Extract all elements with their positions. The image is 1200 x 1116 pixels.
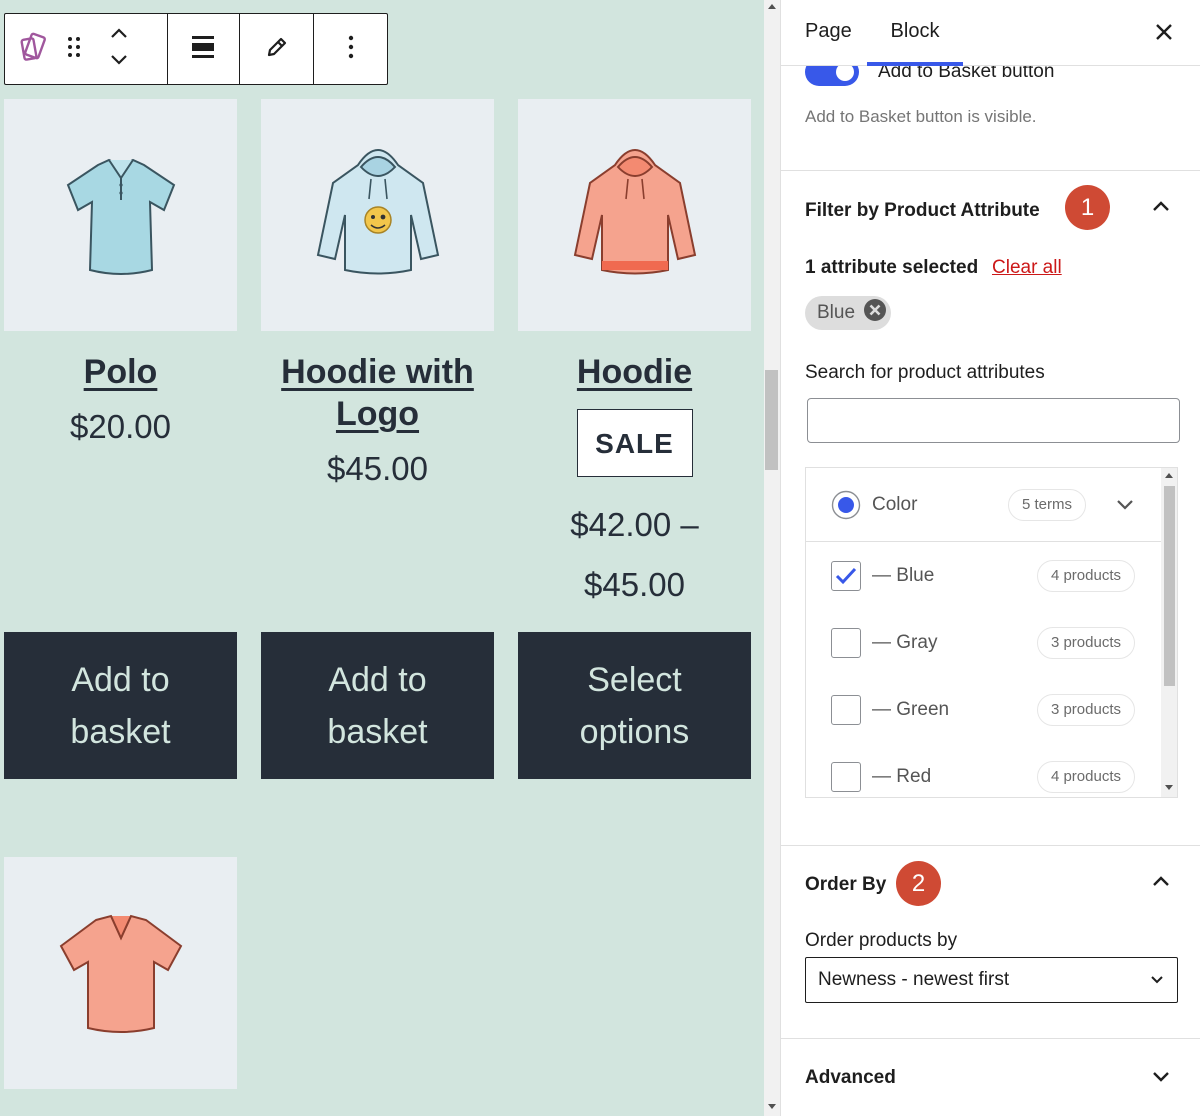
chevron-down-icon[interactable] [109,53,129,72]
product-collection-icon[interactable] [19,30,53,69]
term-checkbox[interactable] [831,762,861,792]
product-price: $20.00 [70,408,171,445]
close-icon [1155,16,1173,47]
panel-title[interactable]: Advanced [805,1067,896,1089]
product-price: $45.00 [327,450,428,487]
attribute-term-row[interactable]: — Red 4 products [806,743,1161,797]
align-wide-icon [190,34,216,65]
chevron-down-icon [1149,958,1165,1019]
pencil-icon [265,35,289,64]
product-count-pill: 3 products [1036,694,1135,726]
term-label: — Red [872,766,932,787]
toolbar-block-group [5,14,168,84]
chevron-down-icon[interactable] [1115,498,1135,517]
chevron-up-icon[interactable] [1151,874,1171,893]
chevron-up-icon[interactable] [109,26,129,45]
product-title[interactable]: Hoodie with Logo [261,351,494,435]
chip-label: Blue [817,302,856,323]
list-scroll-down[interactable] [1165,785,1173,790]
term-label: — Blue [872,565,935,586]
clear-all-link[interactable]: Clear all [992,257,1062,279]
step-badge: 2 [896,861,941,906]
add-to-basket-button[interactable]: Add to basket [261,632,494,779]
check-icon [835,567,857,585]
scroll-down-arrow[interactable] [768,1104,776,1109]
term-label: — Green [872,699,950,720]
attribute-term-row[interactable]: — Green 3 products [806,676,1161,743]
tab-block[interactable]: Block [867,0,963,66]
panel-title[interactable]: Order By [805,874,886,896]
attribute-search-input[interactable] [807,398,1180,443]
attribute-group-row[interactable]: Color 5 terms [806,468,1161,542]
product-card: Hoodie with Logo $45.00 [261,99,494,499]
toggle-help-text: Add to Basket button is visible. [805,107,1037,126]
product-title[interactable]: Hoodie [518,351,751,393]
tab-page[interactable]: Page [805,0,852,66]
product-card: Polo $20.00 [4,99,237,457]
close-settings-button[interactable] [1155,18,1173,46]
term-checkbox[interactable] [831,695,861,725]
radio-selected-icon[interactable] [831,490,861,525]
advanced-panel: Advanced [781,1039,1200,1116]
term-checkbox[interactable] [831,628,861,658]
editor-canvas: Polo $20.00 Hoodie with Logo $45.00 Hood… [0,0,764,1116]
scroll-up-arrow[interactable] [768,4,776,9]
product-image-v-neck-t-shirt[interactable] [4,857,237,1089]
search-label: Search for product attributes [805,362,1045,383]
add-to-basket-button[interactable]: Add to basket [4,632,237,779]
block-toolbar [4,13,388,85]
select-value: Newness - newest first [818,969,1010,990]
sale-badge: SALE [576,409,693,477]
step-badge: 1 [1065,185,1110,230]
product-count-pill: 4 products [1036,761,1135,793]
term-label: — Gray [872,632,938,653]
attribute-group-label: Color [872,494,918,515]
term-checkbox-checked[interactable] [831,561,861,591]
sidebar-tabs: Page Block [781,0,1200,66]
product-card [4,857,237,1089]
list-scroll-up[interactable] [1165,473,1173,478]
remove-chip-icon[interactable] [863,298,887,328]
product-count-pill: 3 products [1036,627,1135,659]
drag-handle-icon[interactable] [65,34,83,65]
product-count-pill: 4 products [1036,560,1135,592]
product-card: Hoodie SALE $42.00 – $45.00 [518,99,751,615]
canvas-scrollbar[interactable] [764,0,780,1116]
list-scrollbar-thumb[interactable] [1164,486,1175,686]
canvas-scrollbar-thumb[interactable] [765,370,778,470]
align-button[interactable] [168,14,241,84]
block-movers [109,26,129,72]
order-by-select[interactable]: Newness - newest first [805,957,1178,1003]
attribute-term-row[interactable]: — Gray 3 products [806,609,1161,676]
select-options-button[interactable]: Select options [518,632,751,779]
product-price-range-end: $45.00 [584,566,685,603]
panel-title[interactable]: Filter by Product Attribute [805,200,1040,222]
product-image-polo[interactable] [4,99,237,331]
attribute-chip: Blue [805,296,892,330]
product-image-hoodie-with-logo[interactable] [261,99,494,331]
product-price-range-start: $42.00 – [570,506,699,543]
attribute-list: Color 5 terms — Blue 4 products — Gray 3… [805,467,1178,798]
term-count-pill: 5 terms [1007,489,1086,521]
selected-count: 1 attribute selected [805,257,979,278]
order-label: Order products by [805,930,958,951]
more-options-button[interactable] [314,14,387,84]
attribute-term-row[interactable]: — Blue 4 products [806,542,1161,609]
more-vertical-icon [347,34,355,65]
edit-button[interactable] [240,14,315,84]
list-scrollbar[interactable] [1161,468,1177,797]
product-image-hoodie[interactable] [518,99,751,331]
chevron-down-icon[interactable] [1151,1070,1171,1089]
product-title[interactable]: Polo [4,351,237,393]
settings-sidebar: Page Block Add to Basket button Add to B… [780,0,1200,1116]
chevron-up-icon[interactable] [1151,199,1171,218]
